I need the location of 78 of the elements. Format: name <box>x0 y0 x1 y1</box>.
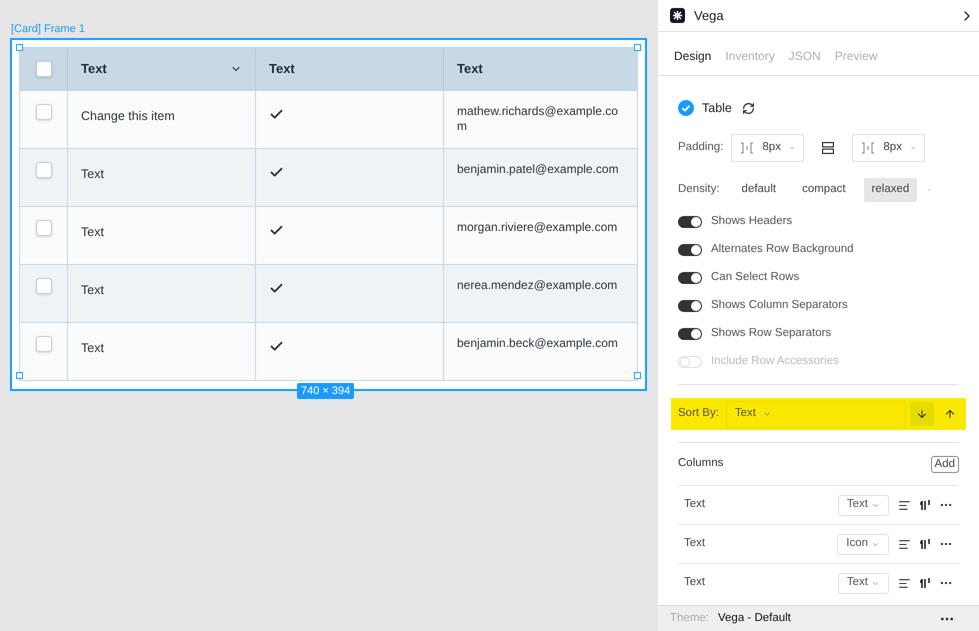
padding-icon <box>861 142 876 154</box>
table-row[interactable]: Text morgan.riviere@example.com <box>20 206 637 264</box>
column-type-select[interactable]: Text <box>838 572 889 594</box>
checkbox[interactable] <box>36 61 52 77</box>
padding-value: 8px <box>762 140 781 156</box>
toggle-switch[interactable] <box>678 272 702 284</box>
table-cell-text: benjamin.patel@example.com <box>457 162 620 177</box>
padding-icon <box>740 142 754 154</box>
table-cell: Text <box>81 283 104 297</box>
column-width-icon[interactable] <box>920 499 932 511</box>
density-option[interactable]: default <box>734 178 784 202</box>
sort-label: Sort By: <box>678 406 719 422</box>
arrow-down-icon <box>916 408 928 420</box>
column-type-select[interactable]: Text <box>838 494 889 516</box>
density-option[interactable]: compact <box>794 178 854 202</box>
toggle-switch[interactable] <box>678 244 702 256</box>
table-cell: Text <box>81 341 104 355</box>
toggle-switch[interactable] <box>678 216 702 228</box>
panel-tab[interactable]: Design <box>674 47 712 65</box>
column-width-icon[interactable] <box>920 577 932 589</box>
toggle-label: Shows Row Separators <box>711 326 832 342</box>
padding-label: Padding: <box>678 140 724 156</box>
frame-label: [Card] Frame 1 <box>10 22 86 37</box>
table-cell-text: benjamin.beck@example.com <box>457 336 619 351</box>
resize-handle[interactable] <box>16 372 23 379</box>
resize-handle[interactable] <box>634 372 641 379</box>
row-spacing-icon[interactable] <box>822 142 834 154</box>
padding-field[interactable]: 8px <box>731 134 804 162</box>
table-cell: Change this item <box>81 109 175 123</box>
density-label: Density: <box>678 182 720 198</box>
table-row[interactable]: Change this item mathew.richards@example.com <box>20 90 637 148</box>
column-width-icon[interactable] <box>920 538 932 550</box>
density-option[interactable]: relaxed <box>864 178 918 202</box>
table-cell-text: mathew.richards@example.com <box>457 104 619 134</box>
add-button[interactable]: Add <box>930 456 959 472</box>
resize-handle[interactable] <box>16 44 23 51</box>
padding-field[interactable]: 8px <box>852 134 926 162</box>
checkbox[interactable] <box>36 220 52 236</box>
table-cell-text: nerea.mendez@example.com <box>457 278 618 293</box>
toggle-label: Shows Headers <box>711 214 792 230</box>
refresh-icon[interactable] <box>742 102 755 114</box>
column-name: Text <box>684 497 706 512</box>
toggle-switch[interactable] <box>678 328 702 340</box>
checkbox[interactable] <box>36 162 52 178</box>
table-row[interactable]: Text benjamin.patel@example.com <box>20 148 637 206</box>
checkbox[interactable] <box>36 104 52 120</box>
component-name: Table <box>702 100 732 117</box>
column-header[interactable]: Text <box>444 48 637 90</box>
size-badge: 740 × 394 <box>297 383 354 399</box>
toggle-label: Alternates Row Background <box>711 242 854 258</box>
align-left-icon[interactable] <box>898 538 911 550</box>
column-type-select[interactable]: Icon <box>837 534 889 554</box>
theme-name: Vega - Default <box>718 610 792 626</box>
align-left-icon[interactable] <box>898 576 911 590</box>
panel-title: Vega <box>694 6 725 25</box>
table-cell: Text <box>81 225 104 239</box>
column-name: Text <box>684 575 706 590</box>
resize-handle[interactable] <box>634 44 641 51</box>
toggle-label: Shows Column Separators <box>711 298 848 314</box>
checkbox[interactable] <box>36 278 52 294</box>
table-cell-text: morgan.riviere@example.com <box>457 220 618 235</box>
theme-label: Theme: <box>670 610 709 626</box>
table-row[interactable]: Text nerea.mendez@example.com <box>20 264 637 322</box>
logo-icon <box>670 8 685 23</box>
sort-select[interactable]: Text <box>726 400 906 428</box>
density-extra: - <box>927 182 931 198</box>
toggle-switch[interactable] <box>678 300 702 312</box>
sort-descending-button[interactable] <box>910 402 934 426</box>
column-name: Text <box>684 536 706 552</box>
table-cell: Text <box>81 167 104 181</box>
table-row[interactable]: Text benjamin.beck@example.com <box>20 322 637 380</box>
toggle-label: Can Select Rows <box>711 270 800 286</box>
columns-heading: Columns <box>678 456 724 472</box>
checkbox[interactable] <box>36 336 52 352</box>
padding-value: 8px <box>883 140 902 156</box>
align-left-icon[interactable] <box>898 498 911 512</box>
arrow-up-icon <box>944 408 956 420</box>
toggle-label: Include Row Accessories <box>711 354 839 370</box>
